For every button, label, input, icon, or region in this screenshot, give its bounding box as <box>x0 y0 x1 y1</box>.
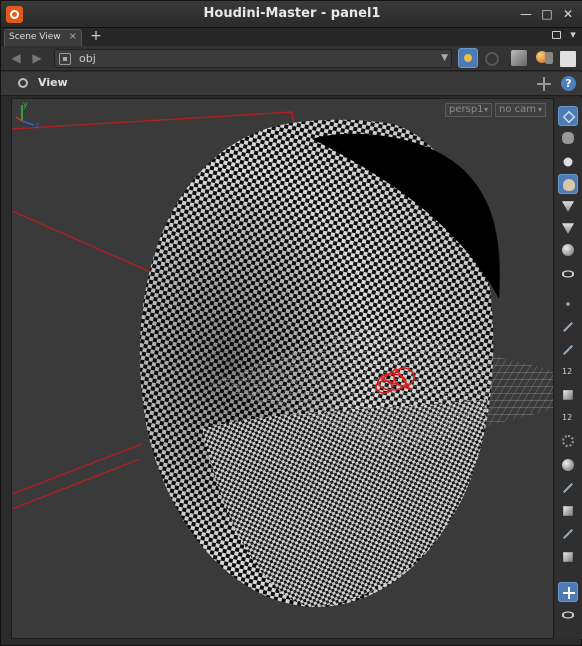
pane-menu-icon[interactable]: ▾ <box>566 28 580 42</box>
user-view-icon <box>563 179 575 191</box>
handle-tool-icon <box>562 132 574 144</box>
tab-scene-view-label: Scene View <box>9 32 61 42</box>
link-pane-button[interactable] <box>481 48 501 68</box>
shading-ball-icon <box>562 244 574 256</box>
primitive-button[interactable] <box>558 385 578 405</box>
view-tools-icon[interactable] <box>535 75 553 93</box>
3d-viewport[interactable]: persp1 ▾ no cam ▾ y z <box>11 98 554 639</box>
brush-icon <box>563 345 581 363</box>
user-view-button[interactable] <box>558 174 578 194</box>
sphere-display-button[interactable] <box>558 152 578 172</box>
single-viewport-layout-button[interactable] <box>558 582 578 602</box>
edge-button[interactable] <box>558 317 581 340</box>
point-number-button[interactable]: 12 <box>558 362 578 382</box>
snap-button[interactable] <box>558 478 581 501</box>
add-tab-button[interactable]: + <box>89 29 103 43</box>
snap-icon <box>563 483 581 501</box>
visibility-eye-button[interactable] <box>558 264 578 284</box>
forward-arrow-icon[interactable]: ▶ <box>30 51 44 65</box>
camera-capture-icon <box>562 611 574 619</box>
dotted-icon <box>562 435 574 447</box>
path-field[interactable]: obj ▼ <box>54 49 452 68</box>
cam-select-dropdown[interactable]: no cam ▾ <box>495 103 546 117</box>
point-number-icon: 12 <box>562 367 573 376</box>
template-button[interactable] <box>558 501 578 521</box>
pane-tab-bar: Scene View × + ▾ <box>1 28 582 46</box>
point-button[interactable] <box>558 294 578 314</box>
camera-capture-button[interactable] <box>558 605 578 625</box>
background-image-button[interactable] <box>558 547 578 567</box>
eyedropper-button[interactable] <box>558 524 581 547</box>
visibility-eye-icon <box>562 270 574 278</box>
path-dropdown-icon[interactable]: ▼ <box>441 53 448 63</box>
chevron-down-icon: ▾ <box>537 105 542 114</box>
view-menu-icon[interactable] <box>17 76 33 90</box>
camera-dropdown-label: persp1 <box>449 104 484 115</box>
minimize-button[interactable]: — <box>519 7 533 21</box>
dotted-button[interactable] <box>558 431 578 451</box>
eyedropper-icon <box>563 529 581 547</box>
single-viewport-layout-icon <box>563 587 575 599</box>
back-arrow-icon[interactable]: ◀ <box>9 51 23 65</box>
select-geometry-tool-icon <box>562 110 576 124</box>
select-geometry-tool-button[interactable] <box>558 106 578 126</box>
grid-ball-button[interactable] <box>558 455 578 475</box>
maximize-pane-icon[interactable] <box>552 31 561 39</box>
network-icon <box>59 53 71 65</box>
light-spot-button[interactable] <box>558 218 578 238</box>
shading-ball-button[interactable] <box>558 240 578 260</box>
handle-tool-button[interactable] <box>558 128 578 148</box>
tab-scene-view[interactable]: Scene View × <box>4 29 82 46</box>
left-toolbar-gutter <box>3 98 10 639</box>
window-title: Houdini-Master - panel1 <box>203 6 381 21</box>
cam-select-label: no cam <box>499 104 537 115</box>
viewport-layout-icon[interactable] <box>560 51 576 67</box>
title-bar[interactable]: Houdini-Master - panel1 — □ ✕ <box>1 1 582 28</box>
primitive-icon <box>563 390 573 400</box>
primitive-number-icon: 12 <box>562 413 573 422</box>
close-window-button[interactable]: ✕ <box>561 7 575 21</box>
tab-close-icon[interactable]: × <box>69 31 77 42</box>
background-image-icon <box>563 552 573 562</box>
axis-z-label: z <box>35 121 39 129</box>
viewport-scene[interactable] <box>12 99 554 639</box>
view-header: View ? <box>1 72 582 96</box>
point-icon <box>566 302 570 306</box>
viewport-right-toolbar: 12 12 <box>555 98 582 639</box>
light-button[interactable] <box>558 196 578 216</box>
axis-y-label: y <box>23 100 28 109</box>
chevron-down-icon: ▾ <box>483 105 488 114</box>
primitive-number-button[interactable]: 12 <box>558 408 578 428</box>
light-spot-icon <box>562 223 574 234</box>
light-icon <box>562 201 574 212</box>
axis-gizmo: y z <box>15 100 39 129</box>
brush-button[interactable] <box>558 340 581 363</box>
camera-dropdown[interactable]: persp1 ▾ <box>445 103 492 117</box>
geometry-cube-icon[interactable] <box>511 50 527 66</box>
maximize-button[interactable]: □ <box>540 7 554 21</box>
path-text: obj <box>79 52 96 65</box>
view-label: View <box>38 76 68 89</box>
light-object-icon[interactable] <box>535 49 555 69</box>
template-icon <box>563 506 573 516</box>
help-icon[interactable]: ? <box>561 76 576 91</box>
pin-light-button[interactable] <box>458 48 478 68</box>
houdini-window: Houdini-Master - panel1 — □ ✕ Scene View… <box>0 0 582 646</box>
sphere-display-icon <box>563 157 573 167</box>
grid-ball-icon <box>562 459 574 471</box>
edge-icon <box>563 322 581 340</box>
